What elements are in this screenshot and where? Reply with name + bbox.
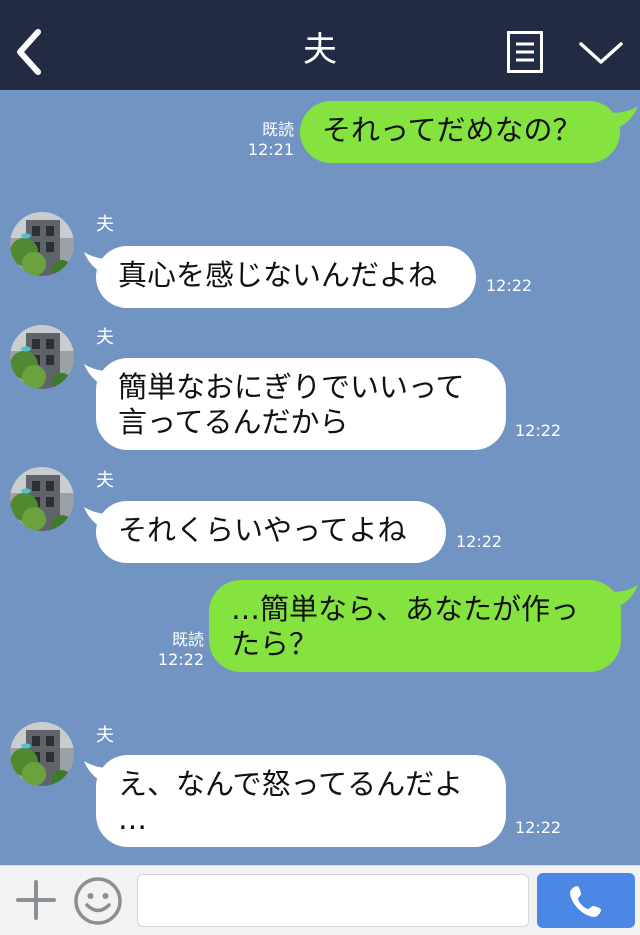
avatar-image xyxy=(10,212,74,276)
message-meta: 既読 12:22 xyxy=(144,630,204,670)
message-time: 12:22 xyxy=(515,818,562,837)
chat-title: 夫 xyxy=(303,30,337,70)
menu-list-icon xyxy=(507,31,543,73)
message-time: 12:22 xyxy=(157,650,204,669)
avatar-image xyxy=(10,722,74,786)
avatar[interactable] xyxy=(10,722,74,786)
sender-name: 夫 xyxy=(96,327,114,348)
message-bubble-theirs[interactable]: それくらいやってよね xyxy=(96,501,446,563)
message-bubble-mine[interactable]: それってだめなの？ xyxy=(300,101,620,163)
bubble-tail xyxy=(608,585,638,609)
message-bubble-mine[interactable]: …簡単なら、あなたが作っ たら？ xyxy=(209,580,621,672)
add-button[interactable] xyxy=(14,878,58,922)
input-bar xyxy=(0,865,640,935)
message-bubble-theirs[interactable]: 簡単なおにぎりでいいって 言ってるんだから xyxy=(96,358,506,450)
chevron-down-icon xyxy=(579,42,623,64)
chat-area[interactable]: 既読 12:21 それってだめなの？ 夫 真心を感じないんだよね 12:22 夫… xyxy=(0,90,640,865)
message-meta: 既読 12:21 xyxy=(236,120,294,160)
message-input[interactable] xyxy=(137,874,529,927)
avatar-image xyxy=(10,325,74,389)
sender-name: 夫 xyxy=(96,725,114,746)
chat-header: 夫 xyxy=(0,0,640,90)
message-time: 12:22 xyxy=(486,276,533,295)
call-button[interactable] xyxy=(537,873,635,928)
sender-name: 夫 xyxy=(96,214,114,235)
message-time: 12:22 xyxy=(456,532,503,551)
emoji-button[interactable] xyxy=(73,876,123,926)
phone-icon xyxy=(570,886,601,917)
avatar[interactable] xyxy=(10,212,74,276)
plus-icon xyxy=(16,880,56,920)
avatar-image xyxy=(10,467,74,531)
avatar[interactable] xyxy=(10,467,74,531)
message-bubble-theirs[interactable]: 真心を感じないんだよね xyxy=(96,246,476,308)
avatar[interactable] xyxy=(10,325,74,389)
sender-name: 夫 xyxy=(96,470,114,491)
dropdown-button[interactable] xyxy=(576,38,626,68)
menu-button[interactable] xyxy=(507,31,543,73)
read-receipt: 既読 xyxy=(171,630,204,649)
bubble-tail xyxy=(608,106,638,130)
message-time: 12:21 xyxy=(247,140,294,159)
read-receipt: 既読 xyxy=(261,120,294,139)
message-bubble-theirs[interactable]: え、なんで怒ってるんだよ … xyxy=(96,755,506,847)
smiley-icon xyxy=(74,877,122,925)
message-time: 12:22 xyxy=(515,421,562,440)
